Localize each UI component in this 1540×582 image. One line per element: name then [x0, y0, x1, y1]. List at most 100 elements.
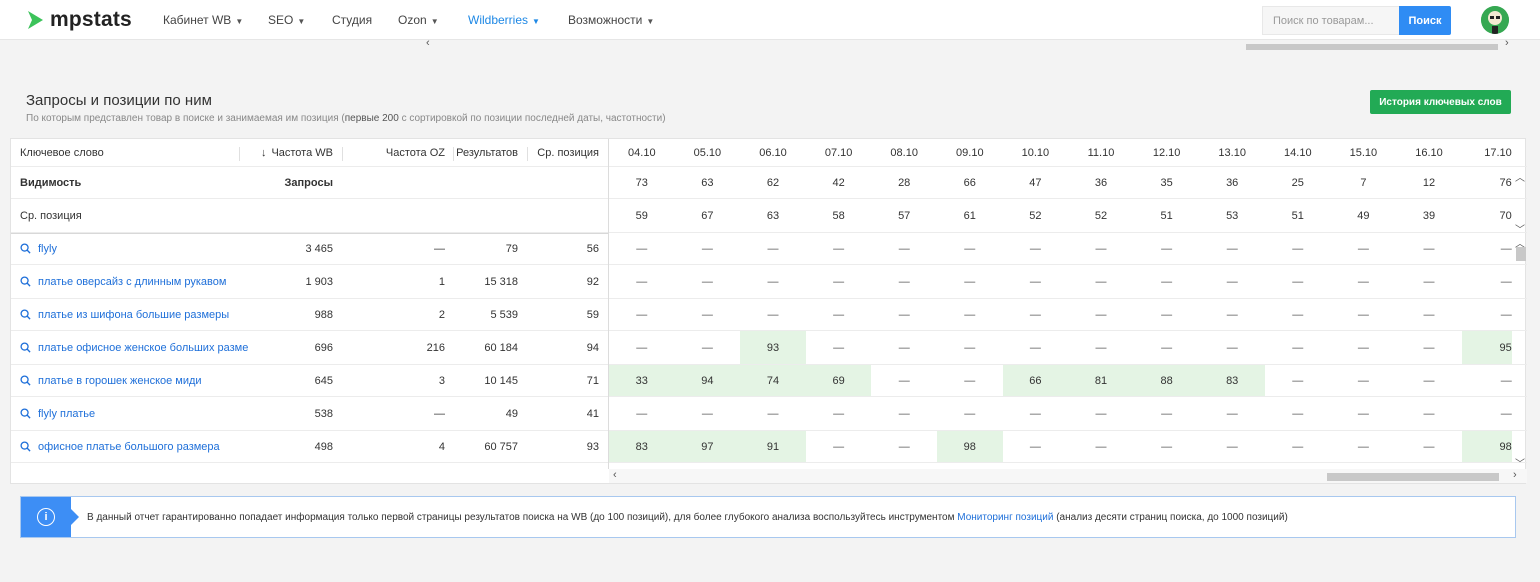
nav-item-1[interactable]: SEO ▼	[268, 13, 305, 27]
avg-position-value: 70	[1499, 209, 1512, 222]
nav-item-3[interactable]: Ozon ▼	[398, 13, 439, 27]
scrollbar-thumb[interactable]	[1327, 473, 1499, 481]
header-date[interactable]: 15.10	[1331, 139, 1397, 166]
vertical-scrollbar-thumb[interactable]	[1516, 247, 1526, 261]
avg-position-cell: 56	[586, 242, 599, 255]
scroll-down-icon[interactable]: ﹀	[1515, 455, 1525, 470]
results-cell: 60 757	[484, 440, 518, 453]
position-cell: —	[1095, 407, 1107, 420]
keyword-cell[interactable]: flyly	[20, 233, 250, 264]
header-date[interactable]: 10.10	[1003, 139, 1069, 166]
top-navigation: mpstats Кабинет WB ▼ SEO ▼ Студия Ozon ▼ Wildbe…	[0, 0, 1540, 40]
scroll-left-icon[interactable]: ‹	[613, 469, 617, 481]
nav-item-5[interactable]: Возможности ▼	[568, 13, 654, 27]
header-divider	[239, 147, 240, 161]
search-icon	[20, 408, 31, 419]
position-cell: —	[964, 374, 976, 387]
horizontal-scrollbar[interactable]: ‹ ›	[609, 469, 1527, 483]
freq-oz-cell: 4	[438, 440, 445, 453]
scroll-up-icon[interactable]: ︿	[1515, 169, 1525, 184]
keyword-cell[interactable]: платье офисное женское больших разме	[20, 331, 250, 364]
frozen-columns-divider	[608, 139, 609, 469]
nav-item-label: Возможности	[568, 13, 643, 27]
caret-down-icon: ▼	[532, 17, 540, 26]
header-date[interactable]: 17.10	[1462, 139, 1512, 166]
position-cell: —	[833, 242, 845, 255]
freq-wb-cell: 988	[314, 308, 333, 321]
header-avg-position[interactable]: Ср. позиция	[529, 139, 599, 166]
keyword-link[interactable]: flyly платье	[38, 408, 95, 420]
search-button[interactable]: Поиск	[1399, 6, 1451, 35]
header-date[interactable]: 16.10	[1396, 139, 1462, 166]
results-cell: 60 184	[484, 341, 518, 354]
freq-wb-cell: 645	[314, 374, 333, 387]
info-icon: i	[37, 508, 55, 526]
position-cell: —	[1500, 242, 1512, 255]
position-cell: —	[1423, 407, 1435, 420]
header-date[interactable]: 08.10	[871, 139, 937, 166]
visibility-value: 25	[1291, 176, 1304, 189]
table-row: платье из шифона большие размеры 988 2 5 53…	[11, 299, 1527, 331]
header-freq-wb[interactable]: ↓ Частота WB	[243, 139, 333, 166]
search-input[interactable]: Поиск по товарам...	[1262, 6, 1400, 35]
position-cell: 95	[1461, 331, 1512, 364]
avatar[interactable]	[1481, 6, 1509, 34]
keyword-link[interactable]: платье в горошек женское миди	[38, 375, 202, 387]
position-cell: —	[1161, 242, 1173, 255]
position-cell: —	[767, 308, 779, 321]
position-cell: —	[1357, 374, 1369, 387]
scroll-right-icon[interactable]: ›	[1513, 469, 1517, 481]
scrollbar-thumb[interactable]	[1246, 44, 1498, 50]
position-cell: —	[1357, 308, 1369, 321]
position-cell: —	[833, 440, 845, 453]
keyword-link[interactable]: платье оверсайз с длинным рукавом	[38, 276, 226, 288]
header-results[interactable]: Результатов	[448, 139, 518, 166]
position-monitoring-link[interactable]: Мониторинг позиций	[957, 512, 1053, 523]
position-cell: —	[1226, 407, 1238, 420]
avg-position-value: 39	[1422, 209, 1436, 222]
scroll-right-icon[interactable]: ›	[1505, 37, 1509, 49]
position-cell: —	[898, 407, 910, 420]
header-date[interactable]: 07.10	[806, 139, 872, 166]
header-date[interactable]: 06.10	[740, 139, 806, 166]
position-cell: —	[1357, 275, 1369, 288]
header-date[interactable]: 09.10	[937, 139, 1003, 166]
position-cell: 74	[740, 365, 806, 396]
avg-position-value: 52	[1094, 209, 1108, 222]
nav-item-2[interactable]: Студия	[332, 13, 372, 27]
keyword-cell[interactable]: платье из шифона большие размеры	[20, 299, 250, 330]
header-date[interactable]: 04.10	[609, 139, 675, 166]
nav-item-0[interactable]: Кабинет WB ▼	[163, 13, 243, 27]
header-freq-oz[interactable]: Частота OZ	[355, 139, 445, 166]
nav-item-4[interactable]: Wildberries ▼	[468, 13, 540, 27]
position-cell: —	[898, 275, 910, 288]
position-cell: —	[1095, 275, 1107, 288]
scroll-down-icon[interactable]: ﹀	[1515, 221, 1525, 236]
position-cell: —	[1423, 275, 1435, 288]
header-date[interactable]: 11.10	[1068, 139, 1134, 166]
freq-oz-cell: 2	[438, 308, 445, 321]
section-title: Запросы и позиции по ним	[26, 92, 212, 109]
header-keyword[interactable]: Ключевое слово	[20, 139, 220, 166]
keyword-cell[interactable]: платье оверсайз с длинным рукавом	[20, 265, 250, 298]
upper-horizontal-scrollbar[interactable]: ‹ ›	[20, 37, 1516, 52]
table-row: офисное платье большого размера 498 4 60 75…	[11, 431, 1527, 463]
keyword-link[interactable]: платье офисное женское больших разме	[38, 342, 248, 354]
keyword-link[interactable]: flyly	[38, 243, 57, 255]
keyword-history-button[interactable]: История ключевых слов	[1370, 90, 1511, 114]
header-date[interactable]: 14.10	[1265, 139, 1331, 166]
header-date[interactable]: 12.10	[1134, 139, 1200, 166]
keyword-link[interactable]: платье из шифона большие размеры	[38, 309, 229, 321]
keyword-link[interactable]: офисное платье большого размера	[38, 441, 220, 453]
scroll-left-icon[interactable]: ‹	[426, 37, 430, 49]
freq-oz-cell: —	[434, 407, 445, 420]
logo[interactable]: mpstats	[26, 8, 132, 32]
keyword-cell[interactable]: flyly платье	[20, 397, 250, 430]
avg-position-value: 58	[832, 209, 845, 222]
header-date[interactable]: 13.10	[1199, 139, 1265, 166]
position-cell: 91	[740, 431, 806, 462]
info-text: В данный отчет гарантированно попадает и…	[87, 511, 1288, 523]
keyword-cell[interactable]: офисное платье большого размера	[20, 431, 250, 462]
keyword-cell[interactable]: платье в горошек женское миди	[20, 365, 250, 396]
header-date[interactable]: 05.10	[675, 139, 741, 166]
